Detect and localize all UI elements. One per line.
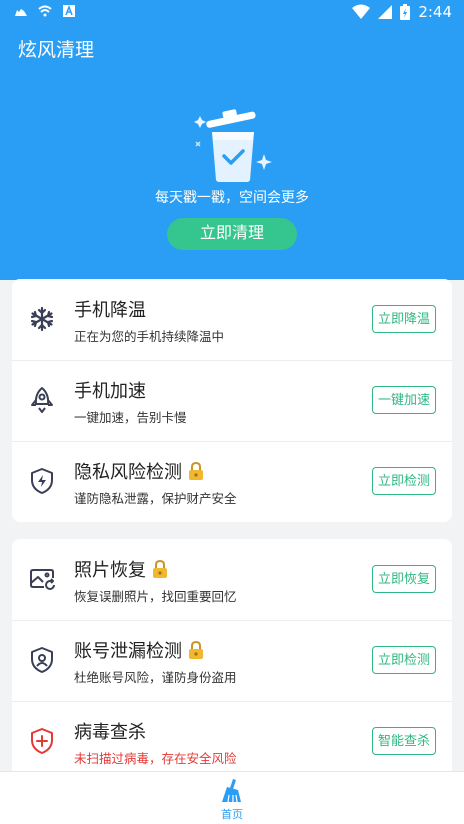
nav-home-tab[interactable]: 首页: [207, 776, 257, 822]
feature-card-top: 手机降温 正在为您的手机持续降温中 立即降温 手机加速 一键加速，告别卡慢 一键…: [12, 279, 452, 522]
feature-title: 手机加速: [74, 381, 146, 402]
photo-restore-icon: [30, 569, 55, 590]
hero-banner: 炫风清理 每天戳一戳，空间会更多 立即清理: [0, 24, 464, 280]
feature-row-photo-restore[interactable]: 照片恢复 恢复误删照片，找回重要回忆 立即恢复: [12, 539, 452, 620]
feature-subtitle: 恢复误删照片，找回重要回忆: [74, 589, 237, 604]
signal-icon: [378, 5, 393, 19]
status-bar: 2:44: [0, 0, 464, 24]
lock-icon: [153, 560, 167, 578]
feature-subtitle-warning: 未扫描过病毒，存在安全风险: [74, 751, 237, 766]
snowflake-icon: [30, 306, 54, 332]
rocket-icon: [31, 387, 53, 413]
clock: 2:44: [418, 3, 452, 21]
slogan: 每天戳一戳，空间会更多: [155, 190, 309, 206]
account-shield-icon: [31, 647, 53, 673]
cat-notification-icon: [15, 9, 27, 16]
wifi-small-icon: [38, 5, 52, 17]
feature-row-account-leak[interactable]: 账号泄漏检测 杜绝账号风险，谨防身份盗用 立即检测: [12, 620, 452, 701]
feature-row-cooling[interactable]: 手机降温 正在为您的手机持续降温中 立即降温: [12, 279, 452, 360]
feature-title: 病毒查杀: [74, 722, 146, 743]
lock-icon: [189, 462, 203, 480]
lock-icon: [189, 641, 203, 659]
nav-home-label: 首页: [221, 808, 243, 821]
app-title: 炫风清理: [18, 39, 95, 61]
cool-down-button[interactable]: 立即降温: [371, 305, 436, 333]
bottom-nav: 首页: [0, 771, 464, 824]
trash-can-icon: [194, 109, 272, 182]
privacy-check-button[interactable]: 立即检测: [371, 467, 436, 495]
feature-subtitle: 杜绝账号风险，谨防身份盗用: [74, 670, 237, 685]
virus-scan-button[interactable]: 智能查杀: [371, 727, 436, 755]
virus-shield-icon: [31, 728, 53, 754]
feature-row-virus-scan[interactable]: 病毒查杀 未扫描过病毒，存在安全风险 智能查杀: [12, 701, 452, 782]
feature-subtitle: 一键加速，告别卡慢: [74, 410, 187, 425]
feature-card-bottom: 照片恢复 恢复误删照片，找回重要回忆 立即恢复 账号泄漏检测 杜绝账号风险，谨防…: [12, 539, 452, 771]
feature-title: 隐私风险检测: [74, 458, 204, 484]
feature-row-speedup[interactable]: 手机加速 一键加速，告别卡慢 一键加速: [12, 360, 452, 441]
feature-subtitle: 正在为您的手机持续降温中: [74, 329, 225, 344]
speed-up-button[interactable]: 一键加速: [371, 386, 436, 414]
shield-bolt-icon: [31, 468, 53, 494]
battery-icon: [400, 4, 411, 20]
feature-title: 手机降温: [74, 300, 146, 321]
feature-title: 照片恢复: [74, 556, 168, 582]
a-notification-icon: [63, 4, 75, 17]
broom-icon: [222, 779, 241, 803]
feature-title: 账号泄漏检测: [74, 637, 204, 663]
account-check-button[interactable]: 立即检测: [371, 646, 436, 674]
photo-restore-button[interactable]: 立即恢复: [371, 565, 436, 593]
wifi-icon: [352, 4, 371, 19]
clean-now-button[interactable]: 立即清理: [167, 218, 297, 250]
feature-subtitle: 谨防隐私泄露，保护财产安全: [74, 491, 237, 506]
feature-row-privacy[interactable]: 隐私风险检测 谨防隐私泄露，保护财产安全 立即检测: [12, 441, 452, 522]
